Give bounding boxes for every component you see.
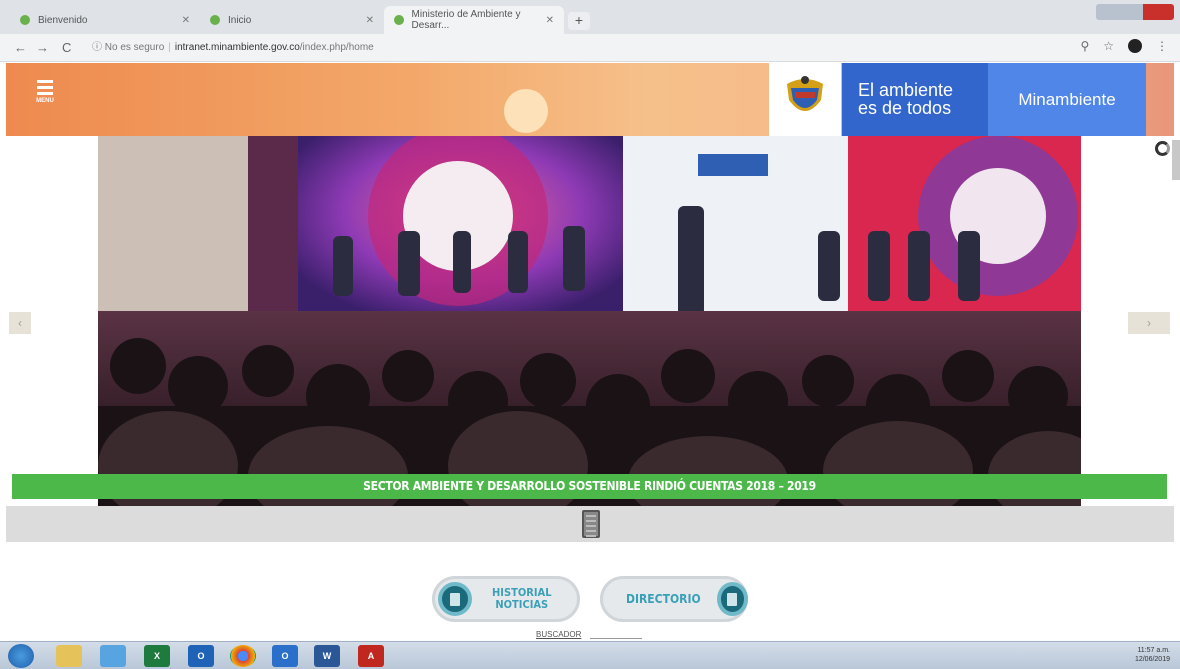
menu-label: MENU — [36, 98, 54, 104]
avatar[interactable] — [1128, 39, 1142, 53]
close-tab-icon[interactable]: ✕ — [182, 15, 190, 26]
security-label: No es seguro — [104, 42, 165, 53]
word-taskbar-icon[interactable]: W — [314, 645, 340, 667]
ie-taskbar-icon[interactable] — [100, 645, 126, 667]
reload-icon[interactable]: C — [62, 40, 71, 55]
slogan-line-1: El ambiente — [858, 80, 954, 100]
back-icon[interactable]: ← — [14, 40, 27, 55]
slider-next-button[interactable]: › — [1128, 312, 1170, 334]
kebab-icon[interactable]: ⋮ — [1156, 39, 1168, 53]
search-underline — [590, 638, 642, 639]
tab-title: Inicio — [228, 14, 252, 26]
browser-tab-strip: Bienvenido ✕ Inicio ✕ Ministerio de Ambi… — [0, 0, 1180, 34]
os-taskbar: X O O W A 11:57 a.m. 12/06/2019 — [0, 641, 1180, 669]
hero-slide-image[interactable] — [98, 136, 1081, 506]
search-icon[interactable]: ⚲ — [1080, 39, 1089, 53]
brand-name[interactable]: Minambiente — [988, 63, 1146, 136]
directorio-label: DIRECTORIO — [626, 592, 701, 606]
browser-tab-3[interactable]: Ministerio de Ambiente y Desarr... ✕ — [384, 6, 564, 34]
browser-tab-1[interactable]: Bienvenido ✕ — [10, 6, 200, 34]
browser-toolbar: ← → C ⓘ No es seguro | intranet.minambient… — [0, 34, 1180, 62]
url-path: /index.php/home — [299, 42, 374, 53]
system-clock[interactable]: 11:57 a.m. 12/06/2019 — [1135, 646, 1170, 664]
slide-caption[interactable]: SECTOR AMBIENTE Y DESARROLLO SOSTENIBLE … — [12, 474, 1167, 499]
explorer-taskbar-icon[interactable] — [56, 645, 82, 667]
acrobat-taskbar-icon[interactable]: A — [358, 645, 384, 667]
outlook2-taskbar-icon[interactable]: O — [272, 645, 298, 667]
favicon-icon — [394, 15, 404, 25]
start-button[interactable] — [8, 644, 34, 668]
forward-icon[interactable]: → — [36, 40, 49, 55]
favicon-icon — [20, 15, 30, 25]
header-sun-graphic — [504, 89, 548, 133]
slider-thumbnail-strip — [6, 506, 1174, 542]
directorio-button[interactable]: DIRECTORIO — [600, 576, 748, 622]
site-header: MENU El ambiente es de todos Minambiente — [6, 63, 1174, 136]
tab-title: Bienvenido — [38, 14, 88, 26]
window-controls[interactable] — [1096, 4, 1174, 20]
star-icon[interactable]: ☆ — [1103, 39, 1114, 53]
search-label[interactable]: BUSCADOR — [536, 630, 581, 639]
new-tab-button[interactable]: + — [568, 12, 590, 30]
directory-icon — [716, 582, 748, 616]
close-tab-icon[interactable]: ✕ — [546, 15, 554, 26]
colombia-crest-logo[interactable] — [769, 63, 841, 136]
url-host: intranet.minambiente.gov.co — [174, 42, 300, 53]
outlook-taskbar-icon[interactable]: O — [188, 645, 214, 667]
slider-pager-icon[interactable] — [582, 510, 600, 538]
hamburger-icon — [32, 80, 58, 95]
menu-button[interactable]: MENU — [32, 80, 58, 104]
slider-prev-button[interactable]: ‹ — [9, 312, 31, 334]
page-scrollbar[interactable] — [1172, 140, 1180, 180]
historial-noticias-label: HISTORIAL NOTICIAS — [492, 586, 552, 611]
close-tab-icon[interactable]: ✕ — [366, 15, 374, 26]
excel-taskbar-icon[interactable]: X — [144, 645, 170, 667]
historial-noticias-button[interactable]: HISTORIAL NOTICIAS — [432, 576, 580, 622]
info-icon[interactable]: ⓘ — [92, 42, 102, 53]
brand-slogan[interactable]: El ambiente es de todos — [842, 63, 988, 136]
crest-icon — [787, 75, 823, 111]
address-bar[interactable]: ⓘ No es seguro | intranet.minambiente.gov.… — [92, 38, 1072, 58]
news-icon — [438, 582, 472, 616]
favicon-icon — [210, 15, 220, 25]
browser-tab-2[interactable]: Inicio ✕ — [200, 6, 384, 34]
slogan-line-2: es de todos — [858, 98, 952, 118]
tab-title: Ministerio de Ambiente y Desarr... — [411, 9, 521, 31]
chrome-taskbar-icon[interactable] — [230, 645, 256, 667]
loading-spinner-icon — [1155, 141, 1170, 156]
